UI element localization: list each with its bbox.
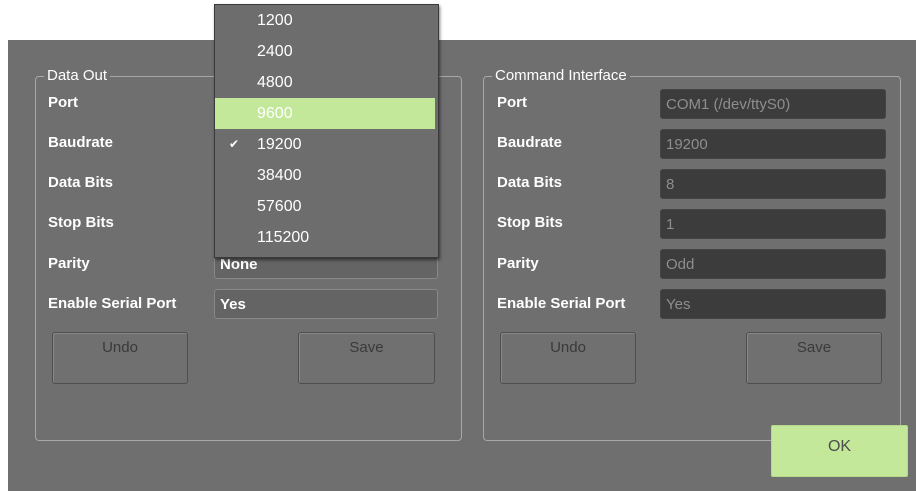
baudrate-option-115200[interactable]: 115200 xyxy=(215,222,436,253)
data-out-enable-select[interactable]: Yes xyxy=(214,289,438,319)
option-label: 57600 xyxy=(257,198,302,215)
cmd-stop-bits-field: 1 xyxy=(660,209,886,239)
serial-settings-dialog: Data Out Port Baudrate Data Bits Stop Bi… xyxy=(8,40,916,491)
cmd-undo-button[interactable]: Undo xyxy=(500,332,636,384)
baudrate-option-57600[interactable]: 57600 xyxy=(215,191,436,222)
cmd-port-label: Port xyxy=(497,94,527,111)
data-out-parity-label: Parity xyxy=(48,255,90,272)
baudrate-option-1200[interactable]: 1200 xyxy=(215,5,436,36)
cmd-port-field: COM1 (/dev/ttyS0) xyxy=(660,89,886,119)
baudrate-option-2400[interactable]: 2400 xyxy=(215,36,436,67)
data-out-enable-label: Enable Serial Port xyxy=(48,295,177,312)
command-interface-title: Command Interface xyxy=(492,67,630,85)
option-label: 9600 xyxy=(257,105,293,122)
cmd-data-bits-field: 8 xyxy=(660,169,886,199)
ok-button[interactable]: OK xyxy=(771,425,908,477)
data-out-baudrate-label: Baudrate xyxy=(48,134,114,151)
data-out-undo-button[interactable]: Undo xyxy=(52,332,188,384)
option-label: 4800 xyxy=(257,74,293,91)
cmd-baudrate-field: 19200 xyxy=(660,129,886,159)
cmd-enable-field: Yes xyxy=(660,289,886,319)
cmd-parity-label: Parity xyxy=(497,255,539,272)
baudrate-option-38400[interactable]: 38400 xyxy=(215,160,436,191)
baudrate-option-4800[interactable]: 4800 xyxy=(215,67,436,98)
cmd-enable-label: Enable Serial Port xyxy=(497,295,626,312)
cmd-stop-bits-label: Stop Bits xyxy=(497,214,563,231)
option-label: 1200 xyxy=(257,12,293,29)
baudrate-option-19200[interactable]: ✔ 19200 xyxy=(215,129,436,160)
option-label: 19200 xyxy=(257,136,302,153)
option-label: 38400 xyxy=(257,167,302,184)
cmd-parity-field: Odd xyxy=(660,249,886,279)
cmd-save-button[interactable]: Save xyxy=(746,332,882,384)
cmd-baudrate-label: Baudrate xyxy=(497,134,563,151)
data-out-data-bits-label: Data Bits xyxy=(48,174,114,191)
data-out-save-button[interactable]: Save xyxy=(298,332,435,384)
data-out-stop-bits-label: Stop Bits xyxy=(48,214,114,231)
option-label: 115200 xyxy=(257,229,310,246)
baudrate-option-9600[interactable]: 9600 xyxy=(215,98,435,129)
data-out-title: Data Out xyxy=(44,67,111,85)
cmd-data-bits-label: Data Bits xyxy=(497,174,563,191)
baudrate-dropdown: 1200 2400 4800 9600 ✔ 19200 38400 57600 … xyxy=(214,4,439,258)
checkmark-icon: ✔ xyxy=(229,137,240,151)
data-out-port-label: Port xyxy=(48,94,78,111)
option-label: 2400 xyxy=(257,43,293,60)
